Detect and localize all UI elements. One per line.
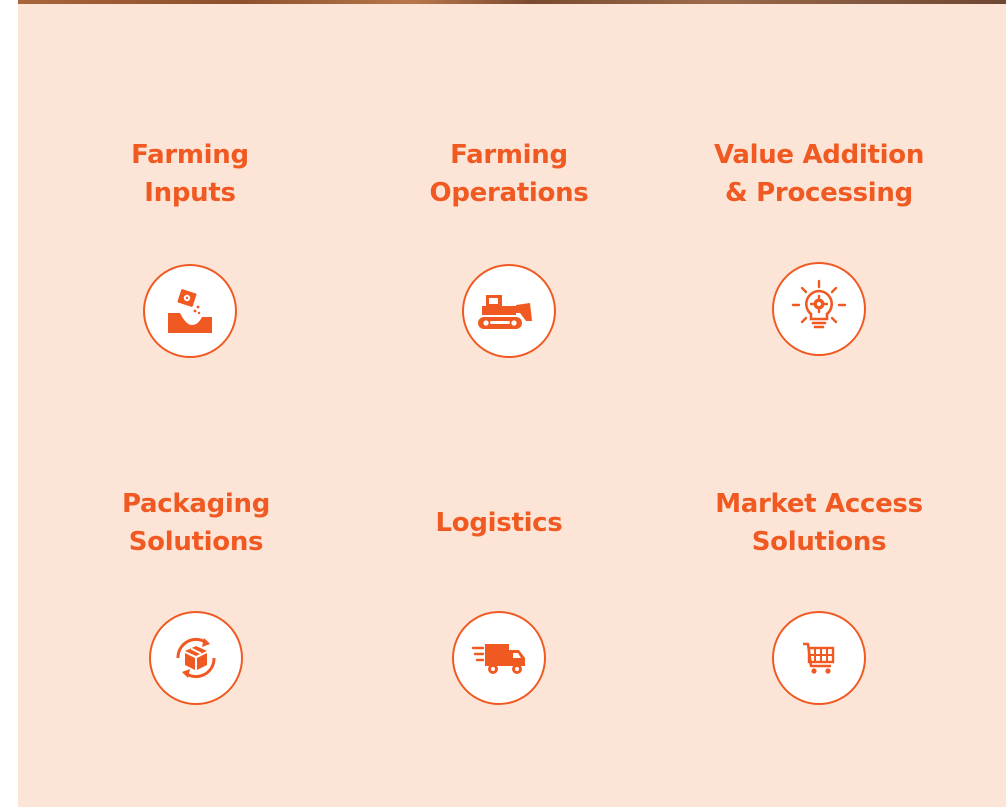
lightbulb-gear-icon xyxy=(791,279,847,329)
service-icon-circle[interactable] xyxy=(149,611,243,705)
service-icon-circle[interactable] xyxy=(462,264,556,358)
service-packaging-solutions[interactable]: Packaging Solutions xyxy=(66,485,326,705)
service-icon-circle[interactable] xyxy=(772,262,866,356)
service-farming-operations[interactable]: Farming Operations xyxy=(379,136,639,358)
service-icon-circle[interactable] xyxy=(772,611,866,705)
service-icon-circle[interactable] xyxy=(452,611,546,705)
service-market-access[interactable]: Market Access Solutions xyxy=(689,485,949,705)
service-icon-circle[interactable] xyxy=(143,264,237,358)
services-panel: Farming Inputs Farming Operations Value … xyxy=(18,4,1006,807)
service-title: Value Addition & Processing xyxy=(713,140,925,208)
service-value-addition[interactable]: Value Addition & Processing xyxy=(689,136,949,356)
shopping-cart-icon xyxy=(803,642,835,674)
delivery-truck-icon xyxy=(471,644,525,674)
service-farming-inputs[interactable]: Farming Inputs xyxy=(60,136,320,358)
service-title: Market Access Solutions xyxy=(715,489,923,557)
box-recycle-icon xyxy=(176,637,216,679)
service-logistics[interactable]: Logistics xyxy=(369,485,629,705)
service-title: Logistics xyxy=(435,508,563,538)
service-title: Farming Inputs xyxy=(131,140,249,208)
bulldozer-icon xyxy=(478,295,532,329)
seed-planting-icon xyxy=(168,289,212,333)
service-title: Packaging Solutions xyxy=(121,489,271,557)
service-title: Farming Operations xyxy=(429,140,589,208)
